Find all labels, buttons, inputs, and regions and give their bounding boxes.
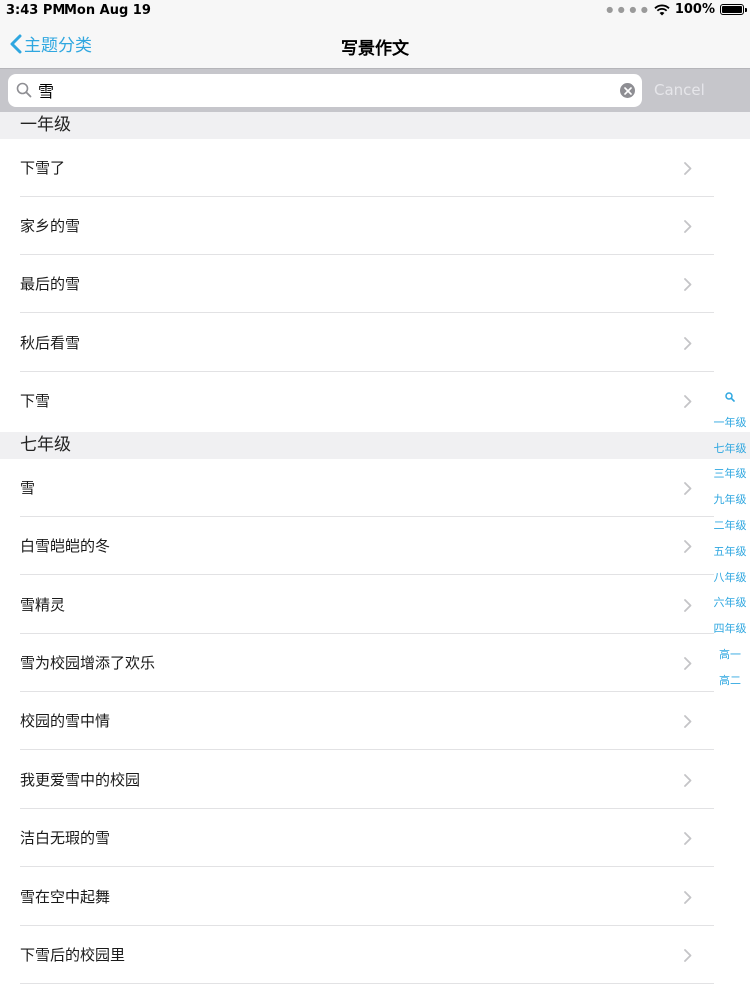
- list-item[interactable]: 我更爱雪中的校园: [0, 751, 750, 809]
- search-icon: [725, 392, 735, 402]
- chevron-right-icon: [684, 162, 692, 175]
- list-item-label: 雪: [20, 479, 36, 497]
- navigation-bar: 主题分类 写景作文: [0, 22, 750, 68]
- chevron-right-icon: [684, 395, 692, 408]
- clear-search-button[interactable]: [620, 83, 635, 98]
- list-item-label: 校园的雪中情: [20, 712, 111, 730]
- list-item-label: 家乡的雪: [20, 217, 81, 235]
- list-item-label: 雪为校园增添了欢乐: [20, 654, 156, 672]
- list-item[interactable]: 洁白无瑕的雪: [0, 809, 750, 867]
- list-item[interactable]: 最后的雪: [0, 255, 750, 313]
- search-icon: [16, 82, 32, 98]
- list-item-label: 白雪皑皑的冬: [20, 537, 111, 555]
- list-item-label: 我更爱雪中的校园: [20, 771, 141, 789]
- index-search-item[interactable]: [710, 384, 750, 410]
- index-item[interactable]: 高二: [710, 668, 750, 694]
- list-item[interactable]: 秋后看雪: [0, 314, 750, 372]
- list-item-label: 下雪: [20, 392, 51, 410]
- list-item[interactable]: 雪在空中起舞: [0, 868, 750, 926]
- status-bar: 3:43 PM Mon Aug 19 ● ● ● ● 100%: [0, 0, 750, 22]
- list-item[interactable]: 下雪: [0, 372, 750, 430]
- wifi-icon: [654, 4, 670, 15]
- search-bar: Cancel: [0, 68, 750, 112]
- search-field[interactable]: [8, 74, 642, 107]
- status-time: 3:43 PM: [6, 3, 66, 18]
- index-item[interactable]: 一年级: [710, 410, 750, 436]
- battery-icon: [720, 4, 747, 15]
- chevron-right-icon: [684, 540, 692, 553]
- row-separator: [20, 983, 714, 984]
- index-item[interactable]: 九年级: [710, 487, 750, 513]
- chevron-right-icon: [684, 891, 692, 904]
- index-item[interactable]: 高一: [710, 642, 750, 668]
- list-item[interactable]: 校园的雪中情: [0, 692, 750, 750]
- list-item-label: 洁白无瑕的雪: [20, 829, 111, 847]
- signal-dots-icon: ● ● ● ●: [606, 5, 649, 14]
- index-item[interactable]: 二年级: [710, 513, 750, 539]
- index-item[interactable]: 五年级: [710, 539, 750, 565]
- list-item-label: 秋后看雪: [20, 334, 81, 352]
- section-header: 一年级: [0, 112, 750, 139]
- list-item[interactable]: 家乡的雪: [0, 197, 750, 255]
- list-item[interactable]: 雪为校园增添了欢乐: [0, 634, 750, 692]
- list-item[interactable]: 下雪了: [0, 139, 750, 197]
- list-item-label: 下雪了: [20, 159, 66, 177]
- section-header: 七年级: [0, 432, 750, 459]
- row-separator: [20, 866, 714, 867]
- battery-percent: 100%: [674, 2, 715, 17]
- chevron-right-icon: [684, 657, 692, 670]
- page-title: 写景作文: [341, 39, 409, 59]
- chevron-right-icon: [684, 774, 692, 787]
- index-item[interactable]: 八年级: [710, 565, 750, 591]
- list-item-label: 雪精灵: [20, 596, 66, 614]
- status-right: ● ● ● ● 100%: [606, 2, 747, 17]
- chevron-right-icon: [684, 599, 692, 612]
- list-item[interactable]: 雪精灵: [0, 576, 750, 634]
- list-item-label: 最后的雪: [20, 275, 81, 293]
- list-item-label: 下雪后的校园里: [20, 946, 126, 964]
- close-icon: [623, 86, 632, 95]
- list-item[interactable]: 下雪后的校园里: [0, 926, 750, 984]
- index-item[interactable]: 四年级: [710, 616, 750, 642]
- chevron-right-icon: [684, 949, 692, 962]
- chevron-right-icon: [684, 278, 692, 291]
- list-item-label: 雪在空中起舞: [20, 888, 111, 906]
- row-separator: [20, 749, 714, 750]
- row-separator: [20, 312, 714, 313]
- list-item[interactable]: 白雪皑皑的冬: [0, 517, 750, 575]
- chevron-right-icon: [684, 337, 692, 350]
- index-item[interactable]: 三年级: [710, 461, 750, 487]
- section-index-bar[interactable]: 一年级 七年级 三年级 九年级 二年级 五年级 八年级 六年级 四年级 高一 高…: [710, 384, 750, 694]
- chevron-right-icon: [684, 220, 692, 233]
- chevron-right-icon: [684, 715, 692, 728]
- chevron-right-icon: [684, 832, 692, 845]
- index-item[interactable]: 六年级: [710, 590, 750, 616]
- index-item[interactable]: 七年级: [710, 436, 750, 462]
- cancel-button[interactable]: Cancel: [654, 81, 705, 99]
- status-date: Mon Aug 19: [64, 3, 151, 18]
- chevron-right-icon: [684, 482, 692, 495]
- list-item[interactable]: 雪: [0, 459, 750, 517]
- row-separator: [20, 574, 714, 575]
- search-input[interactable]: [38, 79, 598, 101]
